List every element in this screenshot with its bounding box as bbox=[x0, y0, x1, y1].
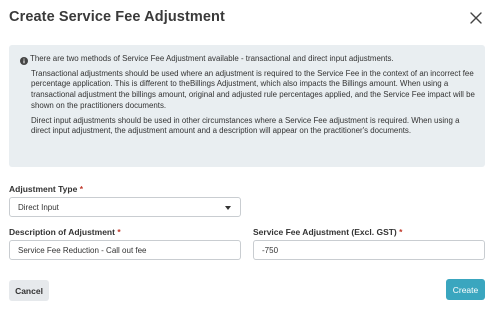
required-mark: * bbox=[117, 227, 121, 237]
adjustment-type-label-text: Adjustment Type bbox=[9, 184, 78, 194]
amount-input[interactable]: -750 bbox=[253, 240, 485, 260]
adjustment-type-select[interactable]: Direct Input bbox=[9, 197, 241, 217]
adjustment-type-label: Adjustment Type * bbox=[9, 184, 83, 194]
description-label-text: Description of Adjustment bbox=[9, 227, 115, 237]
create-button[interactable]: Create bbox=[446, 279, 485, 300]
info-paragraph-transactional: Transactional adjustments should be used… bbox=[31, 68, 475, 110]
description-label: Description of Adjustment * bbox=[9, 227, 121, 237]
adjustment-type-value: Direct Input bbox=[18, 202, 59, 212]
cancel-button[interactable]: Cancel bbox=[9, 280, 49, 301]
chevron-down-icon bbox=[225, 206, 231, 210]
dialog-title: Create Service Fee Adjustment bbox=[9, 9, 225, 25]
info-panel: There are two methods of Service Fee Adj… bbox=[9, 45, 485, 167]
info-icon bbox=[20, 57, 28, 65]
amount-label-text: Service Fee Adjustment (Excl. GST) bbox=[253, 227, 397, 237]
create-service-fee-adjustment-dialog: Create Service Fee Adjustment There are … bbox=[0, 0, 500, 309]
amount-value: -750 bbox=[262, 245, 279, 255]
description-input[interactable]: Service Fee Reduction - Call out fee bbox=[9, 240, 241, 260]
info-paragraph-methods: There are two methods of Service Fee Adj… bbox=[30, 54, 394, 63]
amount-label: Service Fee Adjustment (Excl. GST) * bbox=[253, 227, 402, 237]
required-mark: * bbox=[399, 227, 403, 237]
info-paragraph-direct-input: Direct input adjustments should be used … bbox=[31, 115, 460, 136]
required-mark: * bbox=[79, 184, 84, 194]
close-icon[interactable] bbox=[466, 8, 486, 28]
description-value: Service Fee Reduction - Call out fee bbox=[18, 245, 147, 255]
